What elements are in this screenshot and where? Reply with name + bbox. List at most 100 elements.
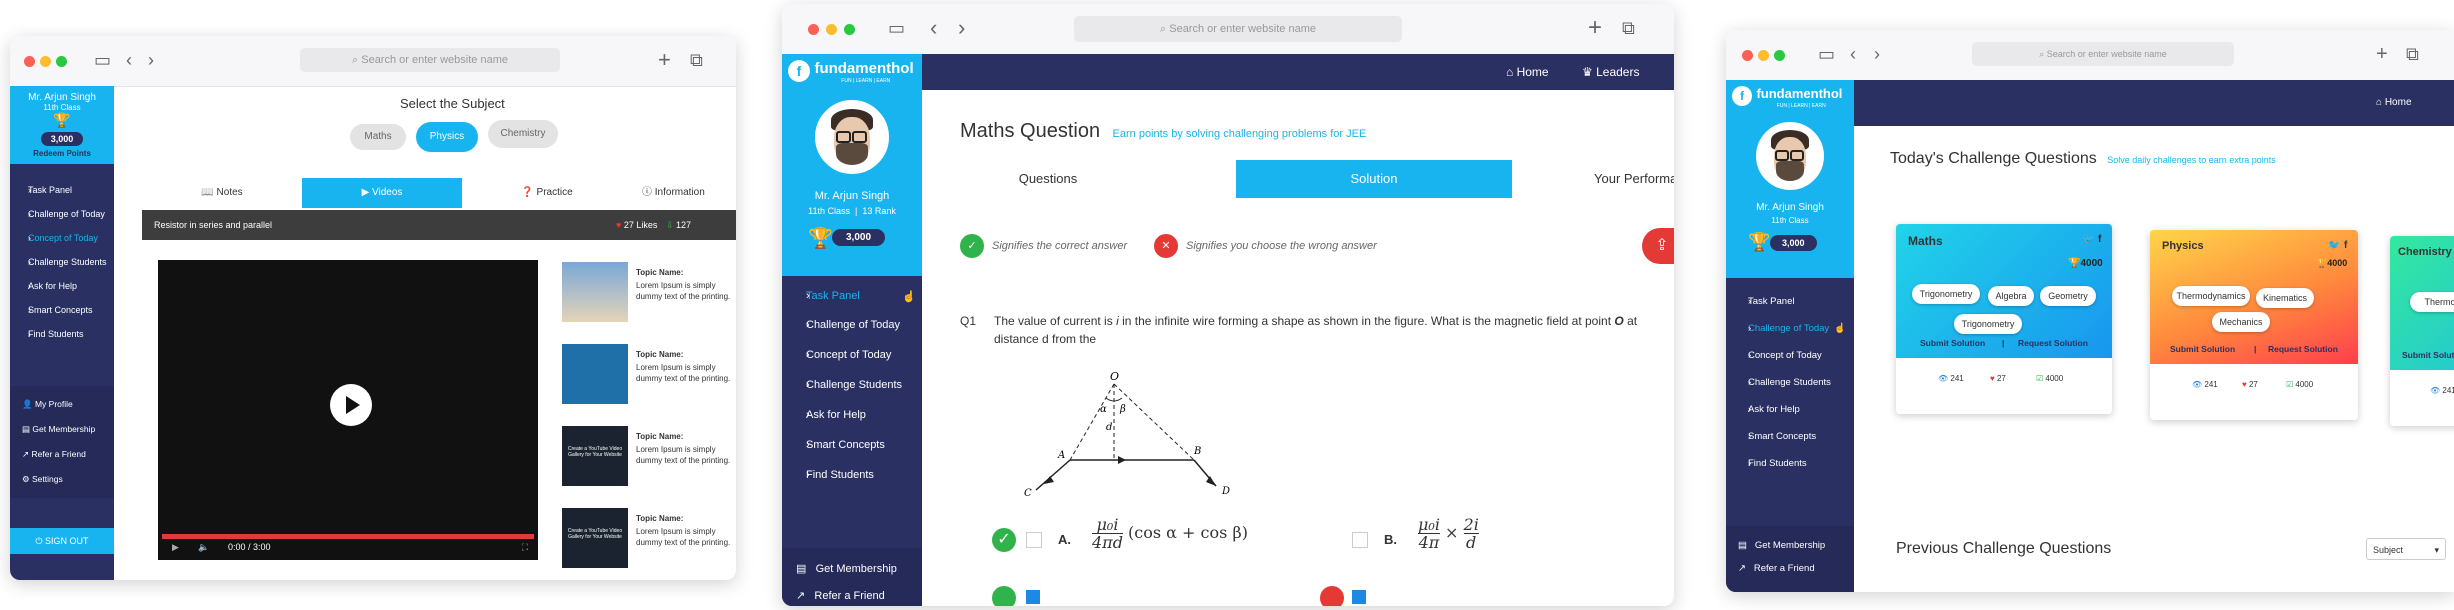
facebook-icon[interactable]: f bbox=[2098, 234, 2101, 245]
forward-icon[interactable]: › bbox=[148, 50, 154, 70]
video-progress-bar[interactable] bbox=[162, 534, 534, 539]
new-tab-icon[interactable]: + bbox=[1588, 16, 1602, 40]
nav-challenge-students[interactable]: Challenge Students bbox=[1726, 369, 1854, 396]
tabs-overview-icon[interactable]: ⧉ bbox=[690, 50, 703, 70]
topic-item[interactable]: Topic Name: Lorem Ipsum is simply dummy … bbox=[562, 262, 736, 344]
nav-refer-friend[interactable]: ↗ Refer a Friend bbox=[782, 575, 922, 602]
option-checkbox[interactable] bbox=[1352, 532, 1368, 548]
nav-leaders[interactable]: ♛ Leaders bbox=[1582, 54, 1639, 90]
nav-find-students[interactable]: Find Students bbox=[1726, 450, 1854, 477]
subject-physics[interactable]: Physics bbox=[416, 122, 478, 152]
play-button[interactable] bbox=[330, 384, 372, 426]
nav-home[interactable]: ⌂ Home bbox=[1506, 54, 1549, 90]
option-a[interactable]: ✓ A. μ₀i 4πd (cos α + cos β) bbox=[992, 516, 1248, 564]
nav-task-panel[interactable]: Task Panel bbox=[10, 178, 114, 202]
topic-tag[interactable]: Thermodynamics bbox=[2172, 286, 2250, 306]
nav-concept-of-today[interactable]: Concept of Today bbox=[10, 226, 114, 250]
nav-challenge-students[interactable]: Challenge Students bbox=[782, 370, 922, 400]
back-icon[interactable]: ‹ bbox=[1850, 44, 1856, 64]
submit-solution-button[interactable]: Submit Solution bbox=[1920, 338, 1985, 348]
topic-item[interactable]: Topic Name: Lorem Ipsum is simply dummy … bbox=[562, 344, 736, 426]
topic-tag[interactable]: Geometry bbox=[2040, 286, 2096, 306]
nav-get-membership[interactable]: ▤ Get Membership bbox=[1726, 526, 1854, 551]
share-button[interactable]: ⇪ bbox=[1642, 228, 1674, 264]
subject-select[interactable]: Subject ▾ bbox=[2366, 538, 2446, 560]
nav-ask-for-help[interactable]: Ask for Help bbox=[782, 400, 922, 430]
subject-chemistry[interactable]: Chemistry bbox=[488, 120, 558, 148]
nav-home[interactable]: ⌂ Home bbox=[2376, 80, 2412, 126]
video-player[interactable]: ▶ 🔈 0:00 / 3:00 ⛶ bbox=[158, 260, 538, 560]
nav-smart-concepts[interactable]: Smart Concepts bbox=[10, 298, 114, 322]
url-bar[interactable]: ⌕ Search or enter website name bbox=[1074, 16, 1402, 42]
tabs-overview-icon[interactable]: ⧉ bbox=[1622, 18, 1635, 38]
topic-tag[interactable]: Kinematics bbox=[2256, 288, 2314, 308]
volume-icon[interactable]: 🔈 bbox=[198, 542, 209, 553]
nav-ask-for-help[interactable]: Ask for Help bbox=[10, 274, 114, 298]
option-d-partial[interactable] bbox=[1320, 586, 1380, 606]
nav-smart-concepts[interactable]: Smart Concepts bbox=[1726, 423, 1854, 450]
forward-icon[interactable]: › bbox=[1874, 44, 1880, 64]
back-icon[interactable]: ‹ bbox=[126, 50, 132, 70]
nav-refer-friend[interactable]: ↗ Refer a Friend bbox=[1726, 551, 1854, 574]
tab-information[interactable]: ⓘ Information bbox=[642, 178, 736, 208]
request-solution-button[interactable]: Request Solution bbox=[2268, 344, 2338, 354]
minimize-window-button[interactable] bbox=[40, 56, 51, 67]
topic-item[interactable]: Create a YouTube Video Gallery for Your … bbox=[562, 426, 736, 508]
url-bar[interactable]: ⌕ Search or enter website name bbox=[1972, 42, 2234, 66]
tabs-overview-icon[interactable]: ⧉ bbox=[2406, 44, 2419, 64]
topic-item[interactable]: Create a YouTube Video Gallery for Your … bbox=[562, 508, 736, 580]
nav-smart-concepts[interactable]: Smart Concepts bbox=[782, 430, 922, 460]
twitter-icon[interactable]: 🐦 bbox=[2082, 234, 2094, 245]
topic-tag[interactable]: Algebra bbox=[1988, 286, 2034, 306]
tab-questions[interactable]: Questions bbox=[960, 160, 1136, 198]
fullscreen-icon[interactable]: ⛶ bbox=[522, 542, 528, 553]
tab-your-performance[interactable]: Your Performance bbox=[1550, 160, 1674, 198]
minimize-window-button[interactable] bbox=[826, 24, 837, 35]
nav-challenge-of-today[interactable]: Challenge of Today bbox=[782, 310, 922, 340]
challenge-card-maths[interactable]: Maths 🐦 f 🏆4000 Trigonometry Algebra Geo… bbox=[1896, 224, 2112, 414]
option-b[interactable]: B. μ₀i 4π × 2i d bbox=[1352, 516, 1552, 564]
nav-challenge-students[interactable]: Challenge Students bbox=[10, 250, 114, 274]
back-icon[interactable]: ‹ bbox=[930, 17, 937, 39]
nav-settings[interactable]: ⚙ Settings bbox=[10, 467, 114, 492]
close-window-button[interactable] bbox=[808, 24, 819, 35]
tab-videos[interactable]: ▶ Videos bbox=[302, 178, 462, 208]
sidebar-toggle-icon[interactable]: ▭ bbox=[888, 18, 905, 38]
twitter-icon[interactable]: 🐦 bbox=[2328, 240, 2340, 251]
nav-challenge-of-today[interactable]: Challenge of Today bbox=[10, 202, 114, 226]
nav-concept-of-today[interactable]: Concept of Today bbox=[1726, 342, 1854, 369]
play-small-icon[interactable]: ▶ bbox=[172, 542, 179, 553]
option-c-partial[interactable] bbox=[992, 586, 1040, 606]
tab-solution[interactable]: Solution bbox=[1236, 160, 1512, 198]
submit-solution-button[interactable]: Submit Solution bbox=[2170, 344, 2235, 354]
close-window-button[interactable] bbox=[24, 56, 35, 67]
option-checkbox[interactable] bbox=[1026, 532, 1042, 548]
nav-find-students[interactable]: Find Students bbox=[10, 322, 114, 346]
option-checkbox-selected[interactable] bbox=[1352, 590, 1366, 604]
topic-tag[interactable]: Trigonometry bbox=[1954, 314, 2022, 334]
url-bar[interactable]: ⌕ Search or enter website name bbox=[300, 48, 560, 72]
nav-challenge-of-today[interactable]: Challenge of Today ☝ bbox=[1726, 315, 1854, 342]
challenge-card-chemistry[interactable]: Chemistry Thermo Submit Solution 👁 241 bbox=[2390, 236, 2454, 426]
nav-concept-of-today[interactable]: Concept of Today bbox=[782, 340, 922, 370]
new-tab-icon[interactable]: + bbox=[2376, 44, 2388, 64]
sign-out-button[interactable]: ⏻ SIGN OUT bbox=[10, 528, 114, 554]
tab-practice[interactable]: ❓ Practice bbox=[472, 178, 622, 208]
topic-tag[interactable]: Trigonometry bbox=[1912, 284, 1980, 304]
nav-find-students[interactable]: Find Students bbox=[782, 460, 922, 490]
topic-tag[interactable]: Thermo bbox=[2410, 292, 2454, 312]
new-tab-icon[interactable]: + bbox=[658, 49, 671, 71]
option-checkbox-selected[interactable] bbox=[1026, 590, 1040, 604]
sidebar-toggle-icon[interactable]: ▭ bbox=[1818, 44, 1835, 64]
nav-get-membership[interactable]: ▤ Get Membership bbox=[10, 417, 114, 442]
maximize-window-button[interactable] bbox=[56, 56, 67, 67]
maximize-window-button[interactable] bbox=[844, 24, 855, 35]
minimize-window-button[interactable] bbox=[1758, 50, 1769, 61]
request-solution-button[interactable]: Request Solution bbox=[2018, 338, 2088, 348]
maximize-window-button[interactable] bbox=[1774, 50, 1785, 61]
tab-notes[interactable]: 📖 Notes bbox=[142, 178, 302, 208]
close-window-button[interactable] bbox=[1742, 50, 1753, 61]
forward-icon[interactable]: › bbox=[958, 17, 965, 39]
nav-my-profile[interactable]: 👤 My Profile bbox=[10, 392, 114, 417]
nav-get-membership[interactable]: ▤ Get Membership bbox=[782, 548, 922, 575]
